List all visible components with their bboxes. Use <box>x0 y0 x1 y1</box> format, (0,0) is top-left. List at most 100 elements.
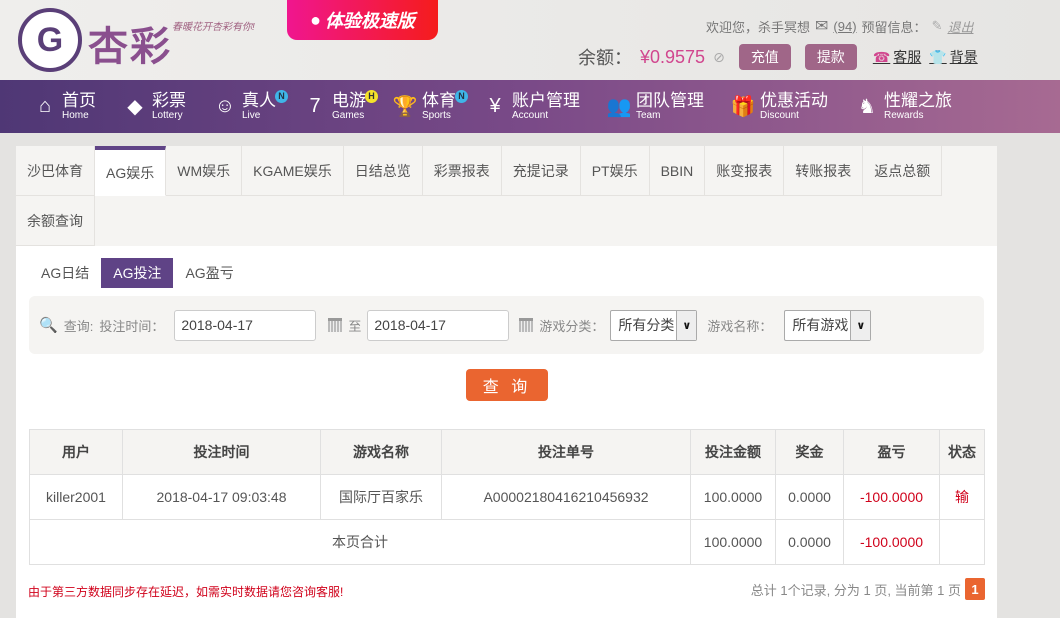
nav-label-en: Sports <box>422 109 451 121</box>
tab-5[interactable]: 彩票报表 <box>422 146 502 196</box>
welcome-text: 欢迎您，杀手冥想 <box>706 19 811 35</box>
logout-link[interactable]: 退出 <box>947 17 973 36</box>
tab-1[interactable]: AG娱乐 <box>95 146 167 196</box>
bet-time-label: 投注时间： <box>99 318 165 334</box>
delay-note: 由于第三方数据同步存在延迟，如需实时数据请您咨询客服! <box>28 585 344 599</box>
nav-label-en: Home <box>62 109 89 121</box>
game-category-select[interactable]: 所有分类 ∨ <box>610 309 698 341</box>
main-nav: ⌂ 首页 Home ◆ 彩票 Lottery ☺ 真人 Live N 7 电游 Games H 🏆 体育 Spo… <box>0 80 1060 133</box>
nav-label-cn: 首页 <box>62 90 96 110</box>
tab-9[interactable]: 账变报表 <box>705 146 785 196</box>
column-header: 用户 <box>29 429 123 475</box>
lottery-ball-icon: ● <box>310 9 321 30</box>
badge-n: N <box>455 89 468 103</box>
nav-item-lottery[interactable]: ◆ 彩票 Lottery <box>124 80 186 133</box>
logo[interactable]: G <box>18 8 82 72</box>
tab-10[interactable]: 转账报表 <box>784 146 864 196</box>
nav-item-discount[interactable]: 🎁 优惠活动 Discount <box>731 80 828 133</box>
game-name-select[interactable]: 所有游戏 ∨ <box>784 309 872 341</box>
query-button[interactable]: 查 询 <box>466 369 548 401</box>
calendar-icon[interactable] <box>328 318 343 332</box>
calendar-icon[interactable] <box>519 318 534 332</box>
slogan: 春暖花开杏彩有你! <box>172 22 255 33</box>
lottery-icon: ◆ <box>127 96 143 118</box>
tab-7[interactable]: PT娱乐 <box>580 146 650 196</box>
table-cell: -100.0000 <box>843 474 940 520</box>
customer-service-link[interactable]: ☎ 客服 <box>873 47 921 67</box>
recharge-button[interactable]: 充值 <box>738 44 791 70</box>
nav-label-en: Rewards <box>884 109 924 121</box>
nav-item-live[interactable]: ☺ 真人 Live N <box>214 80 288 133</box>
tab-8[interactable]: BBIN <box>649 146 706 196</box>
shirt-icon: 👕 <box>929 48 947 65</box>
tab-3[interactable]: KGAME娱乐 <box>242 146 344 196</box>
nav-label-cn: 账户管理 <box>512 90 580 110</box>
nav-label-cn: 电游 <box>332 90 366 110</box>
page-button-current[interactable]: 1 <box>965 578 985 600</box>
tab-6[interactable]: 充提记录 <box>501 146 581 196</box>
nav-text: 账户管理 Account <box>512 90 580 122</box>
nav-item-rewards[interactable]: ♞ 性耀之旅 Rewards <box>856 80 952 133</box>
nav-label-cn: 团队管理 <box>636 90 704 110</box>
tab-4[interactable]: 日结总览 <box>343 146 423 196</box>
nav-item-team[interactable]: 👥 团队管理 Team <box>606 80 704 133</box>
sports-icon: 🏆 <box>392 96 418 118</box>
withdraw-button[interactable]: 提款 <box>804 44 857 70</box>
date-to-input[interactable]: 2018-04-17 <box>367 309 510 341</box>
column-header: 状态 <box>939 429 985 475</box>
speed-version-button[interactable]: ● 体验极速版 <box>287 0 438 40</box>
nav-text: 真人 Live N <box>242 89 288 122</box>
team-icon: 👥 <box>606 96 632 118</box>
total-amount: 100.0000 <box>690 519 776 565</box>
column-header: 游戏名称 <box>320 429 442 475</box>
nav-label-en: Account <box>512 109 549 121</box>
nav-item-home[interactable]: ⌂ 首页 Home <box>34 80 96 133</box>
table-cell: A00002180416210456932 <box>441 474 691 520</box>
games-icon: 7 <box>309 95 321 117</box>
table-header-row: 用户 投注时间 游戏名称 投注单号 投注金额 奖金 盈亏 状态 <box>29 429 985 475</box>
subtab-1[interactable]: AG投注 <box>101 258 174 288</box>
live-icon: ☺ <box>214 95 236 117</box>
table-cell: 0.0000 <box>775 474 844 520</box>
nav-label-cn: 真人 <box>242 90 276 110</box>
total-status <box>939 519 985 565</box>
table-cell: 国际厅百家乐 <box>320 474 442 520</box>
game-name-label: 游戏名称： <box>707 318 773 334</box>
rewards-icon: ♞ <box>858 96 876 118</box>
hide-eye-icon[interactable]: ⊘ <box>713 49 725 66</box>
messages-count[interactable]: (94) <box>833 19 856 34</box>
sub-tabs: AG日结 AG投注 AG盈亏 <box>29 258 246 288</box>
nav-item-sports[interactable]: 🏆 体育 Sports N <box>392 80 468 133</box>
game-category-label: 游戏分类： <box>539 318 605 334</box>
tab-0[interactable]: 沙巴体育 <box>16 146 95 196</box>
tab-2[interactable]: WM娱乐 <box>166 146 243 196</box>
header: G 杏彩 春暖花开杏彩有你! ● 体验极速版 欢迎您，杀手冥想 ✉ (94) 预留… <box>0 0 1060 80</box>
date-from-input[interactable]: 2018-04-17 <box>174 309 317 341</box>
nav-label-en: Games <box>332 109 365 121</box>
speed-version-label: 体验极速版 <box>324 11 415 31</box>
nav-text: 彩票 Lottery <box>152 91 186 122</box>
balance-row: 余额： ¥0.9575 ⊘ 充值 提款 ☎ 客服 👕 背景 <box>578 44 978 70</box>
home-icon: ⌂ <box>38 95 52 117</box>
nav-text: 团队管理 Team <box>636 90 704 122</box>
nav-item-account[interactable]: ¥ 账户管理 Account <box>484 80 580 133</box>
search-icon: 🔍 <box>39 317 58 334</box>
nav-text: 优惠活动 Discount <box>760 91 828 122</box>
table-cell: 2018-04-17 09:03:48 <box>122 474 321 520</box>
nav-label-en: Discount <box>760 109 799 121</box>
background-link[interactable]: 👕 背景 <box>929 47 977 67</box>
content-panel: 沙巴体育 AG娱乐 WM娱乐 KGAME娱乐 日结总览 彩票报表 充提记录 PT娱乐 BBIN 账… <box>16 146 997 618</box>
report-tabs: 沙巴体育 AG娱乐 WM娱乐 KGAME娱乐 日结总览 彩票报表 充提记录 PT娱乐 BBIN 账… <box>16 146 997 246</box>
edit-icon[interactable]: ✎ <box>932 18 943 34</box>
to-label: 至 <box>348 318 362 334</box>
mail-icon[interactable]: ✉ <box>815 16 828 36</box>
tab-11[interactable]: 返点总额 <box>863 146 943 196</box>
subtab-0[interactable]: AG日结 <box>29 258 101 288</box>
nav-label-en: Team <box>636 109 661 121</box>
column-header: 投注单号 <box>441 429 691 475</box>
nav-label-en: Live <box>242 109 261 121</box>
nav-item-games[interactable]: 7 电游 Games H <box>304 80 378 133</box>
subtab-2[interactable]: AG盈亏 <box>173 258 245 288</box>
tab-12[interactable]: 余额查询 <box>16 196 95 246</box>
pagination: 总计 1个记录, 分为 1 页, 当前第 1 页 1 <box>751 578 985 600</box>
